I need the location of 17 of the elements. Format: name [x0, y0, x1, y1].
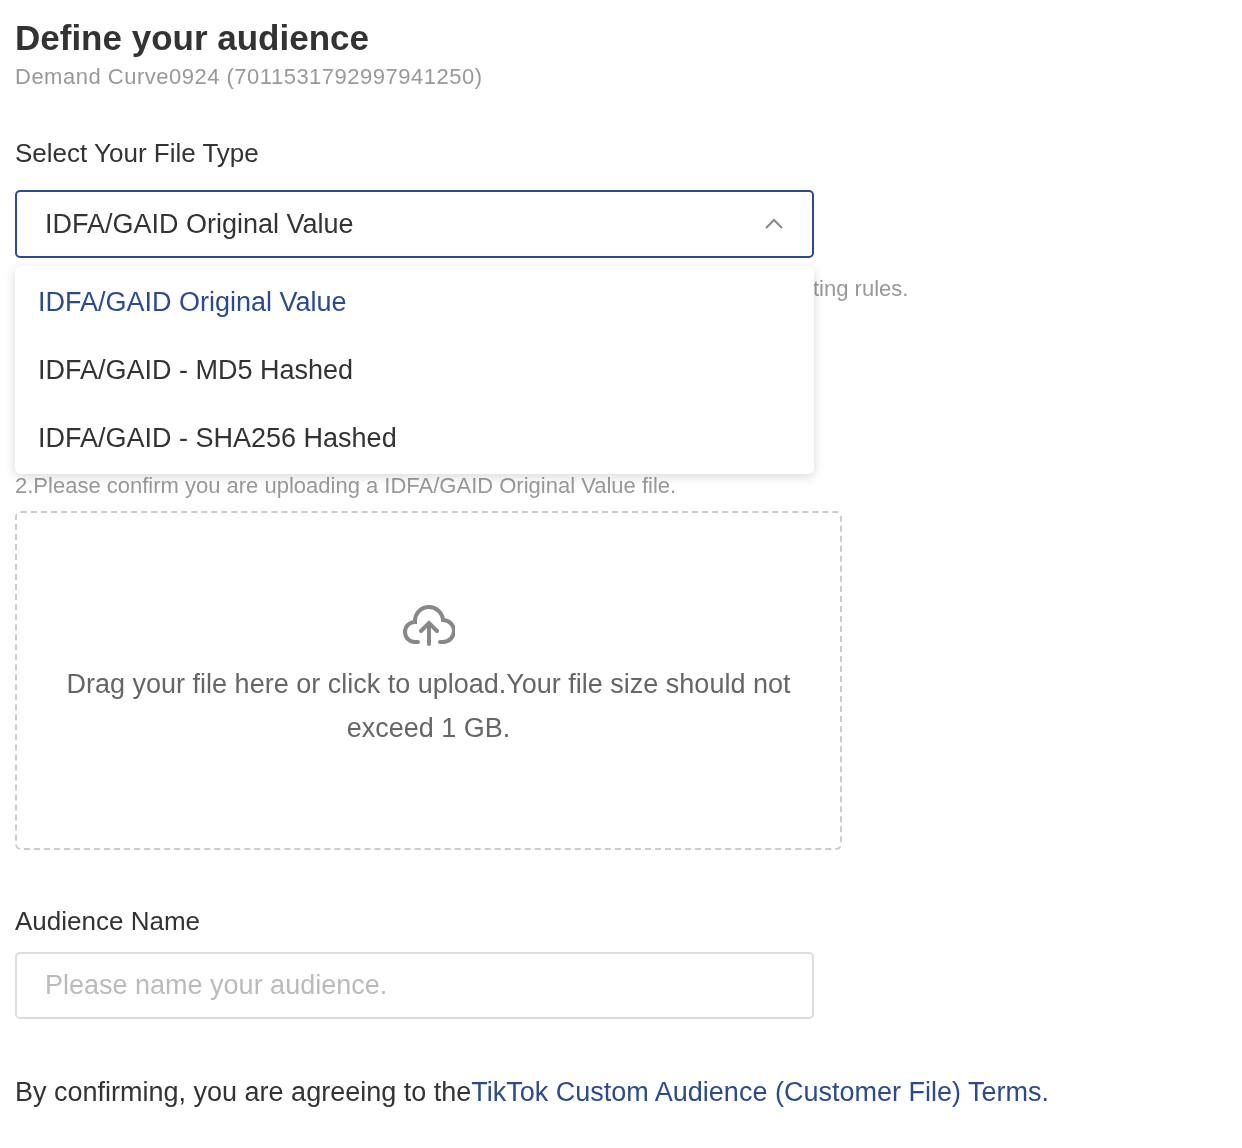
- dropdown-option[interactable]: IDFA/GAID - MD5 Hashed: [15, 336, 814, 404]
- upload-instructions: Drag your file here or click to upload.Your file size should not exceed 1 GB.: [65, 667, 792, 745]
- upload-dropzone[interactable]: Drag your file here or click to upload.Your file size should not exceed 1 GB.: [15, 511, 842, 850]
- terms-text: By confirming, you are agreeing to the: [15, 1077, 472, 1107]
- dropdown-option[interactable]: IDFA/GAID - SHA256 Hashed: [15, 404, 814, 472]
- field-label: Audience Name: [15, 906, 200, 936]
- dropdown-option[interactable]: IDFA/GAID Original Value: [15, 268, 814, 336]
- subtitle: Demand Curve0924 (7011531792997941250): [15, 64, 483, 89]
- hint-text: ting rules.: [813, 276, 909, 301]
- terms-link[interactable]: TikTok Custom Audience (Customer File) Terms.: [471, 1077, 1049, 1107]
- file-type-select[interactable]: IDFA/GAID Original Value: [15, 190, 814, 258]
- cloud-upload-icon: [402, 603, 455, 648]
- audience-name-input[interactable]: Please name your audience.: [15, 952, 814, 1019]
- field-label: Select Your File Type: [15, 138, 259, 168]
- page-title: Define your audience: [15, 17, 369, 59]
- hint-text: 2.Please confirm you are uploading a IDFA/GAID Original Value file.: [15, 473, 677, 498]
- chevron-up-icon: [764, 218, 784, 230]
